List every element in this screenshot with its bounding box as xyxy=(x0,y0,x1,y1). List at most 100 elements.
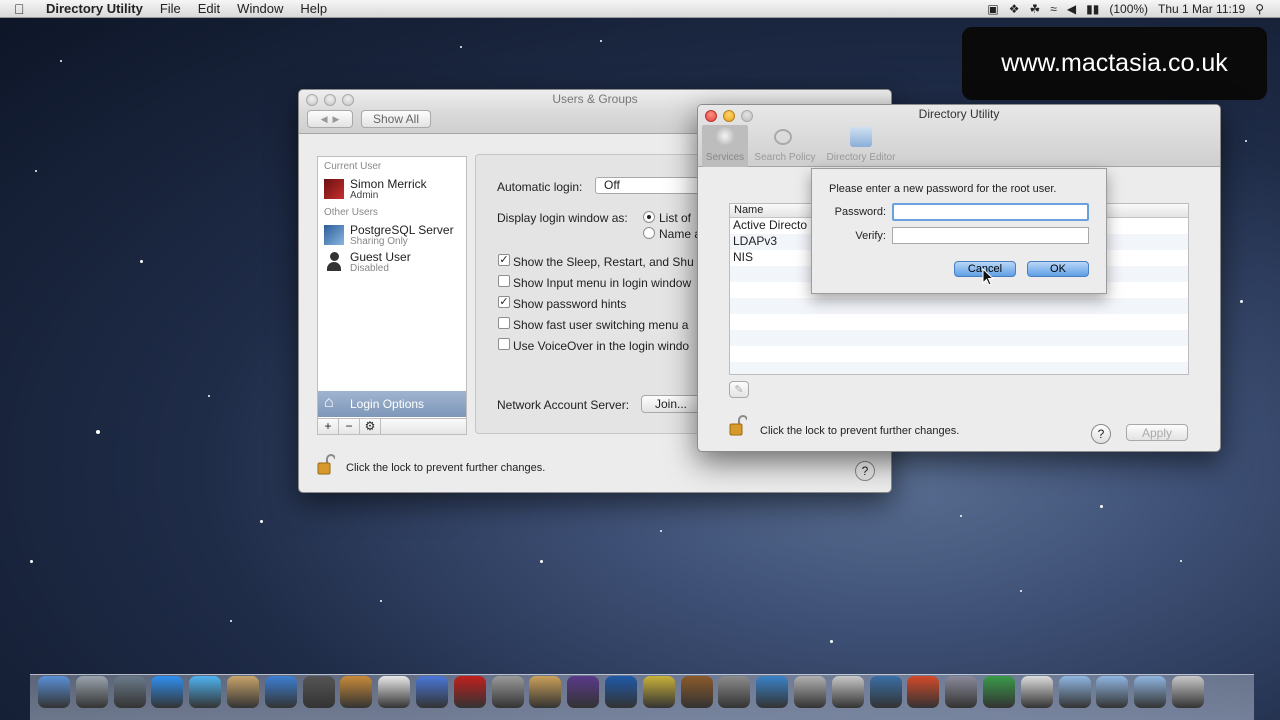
calendar-icon[interactable] xyxy=(378,676,411,708)
display-list-radio[interactable] xyxy=(643,211,655,223)
help-icon[interactable]: ? xyxy=(1091,424,1111,444)
menu-window[interactable]: Window xyxy=(237,1,283,16)
preview-icon[interactable] xyxy=(227,676,259,708)
voiceover-label: Use VoiceOver in the login windo xyxy=(513,339,690,353)
remove-user-button[interactable]: − xyxy=(339,419,360,434)
remote-desktop-icon[interactable] xyxy=(869,676,902,708)
user-role: Sharing Only xyxy=(350,236,408,247)
mission-control-icon[interactable] xyxy=(113,676,146,708)
empty-row xyxy=(730,330,1188,346)
contacts-icon[interactable] xyxy=(340,676,373,708)
menu-edit[interactable]: Edit xyxy=(198,1,220,16)
numbers-icon[interactable] xyxy=(983,676,1015,708)
tab-search-policy[interactable]: Search Policy xyxy=(750,125,820,167)
edit-pencil-button[interactable]: ✎ xyxy=(729,381,749,398)
fast-user-switching-checkbox[interactable] xyxy=(498,317,510,329)
show-all-button[interactable]: Show All xyxy=(361,110,431,128)
applications-folder-icon[interactable] xyxy=(1058,676,1091,708)
tab-directory-editor[interactable]: Directory Editor xyxy=(822,125,900,167)
spotlight-icon[interactable]: ⚲ xyxy=(1255,2,1264,16)
menu-app-name[interactable]: Directory Utility xyxy=(46,1,143,16)
lock-icon[interactable] xyxy=(729,415,747,437)
battery-percent[interactable]: (100%) xyxy=(1109,2,1148,16)
menu-extras: ▣ ❖ ☘ ≈ ◀ ▮▮ (100%) Thu 1 Mar 11:19 ⚲ xyxy=(987,0,1264,18)
apple-menu-icon[interactable]:  xyxy=(14,1,34,17)
menu-help[interactable]: Help xyxy=(300,1,327,16)
facetime-icon[interactable] xyxy=(302,676,335,708)
messages-icon[interactable] xyxy=(189,676,222,708)
apply-button[interactable]: Apply xyxy=(1126,424,1188,441)
user-list: Current User Simon Merrick Admin Other U… xyxy=(317,156,467,433)
photoshop-icon[interactable] xyxy=(605,676,637,708)
list-item[interactable]: Guest User Disabled xyxy=(318,248,466,276)
iphoto-icon[interactable] xyxy=(529,676,562,708)
voiceover-checkbox[interactable] xyxy=(498,338,510,350)
ok-button[interactable]: OK xyxy=(1027,261,1089,277)
wifi-icon[interactable]: ≈ xyxy=(1050,2,1057,16)
guest-user-icon xyxy=(327,252,341,272)
imovie-icon[interactable] xyxy=(642,676,675,708)
login-options-label: Login Options xyxy=(350,397,425,411)
tab-search-policy-label: Search Policy xyxy=(754,152,816,163)
menu-bar:  Directory Utility File Edit Window Hel… xyxy=(0,0,1280,18)
system-preferences-icon[interactable] xyxy=(718,676,751,708)
join-button[interactable]: Join... xyxy=(641,395,701,413)
show-sleep-checkbox[interactable]: ✓ xyxy=(498,254,510,266)
zoom-icon[interactable] xyxy=(342,94,354,106)
lock-text: Click the lock to prevent further change… xyxy=(346,462,546,474)
camera-icon[interactable]: ▣ xyxy=(987,2,998,16)
instruments-icon[interactable] xyxy=(945,676,978,708)
back-forward-buttons[interactable]: ◀ ▶ xyxy=(307,110,353,128)
verify-field[interactable] xyxy=(892,227,1089,244)
user-globe-icon xyxy=(324,225,344,245)
console-icon[interactable] xyxy=(1020,676,1053,708)
documents-folder-icon[interactable] xyxy=(1096,676,1129,708)
lock-icon[interactable] xyxy=(317,454,335,476)
minimize-icon[interactable] xyxy=(324,94,336,106)
add-user-button[interactable]: + xyxy=(318,419,339,434)
help-icon[interactable]: ? xyxy=(855,461,875,481)
service-name: LDAPv3 xyxy=(733,234,778,248)
volume-icon[interactable]: ◀ xyxy=(1067,2,1076,16)
logic-icon[interactable] xyxy=(567,676,600,708)
list-item[interactable]: PostgreSQL Server Sharing Only xyxy=(318,221,466,249)
password-field[interactable] xyxy=(892,203,1089,221)
empty-row xyxy=(730,298,1188,314)
house-icon: ⌂ xyxy=(324,394,334,411)
battery-icon[interactable]: ▮▮ xyxy=(1086,2,1099,16)
downloads-folder-icon[interactable] xyxy=(1134,676,1167,708)
login-options-item[interactable]: ⌂ Login Options xyxy=(318,391,466,417)
tab-directory-editor-label: Directory Editor xyxy=(826,152,896,163)
other-users-header: Other Users xyxy=(324,207,378,218)
menu-file[interactable]: File xyxy=(160,1,181,16)
close-icon[interactable] xyxy=(306,94,318,106)
itunes-icon[interactable] xyxy=(416,676,448,708)
trash-icon[interactable] xyxy=(1172,676,1204,708)
photo-booth-icon[interactable] xyxy=(453,676,486,708)
garageband-icon[interactable] xyxy=(680,676,713,708)
presentation-icon[interactable] xyxy=(907,676,940,708)
empty-row xyxy=(730,362,1188,374)
window-title: Directory Utility xyxy=(918,107,1000,121)
show-input-menu-checkbox[interactable] xyxy=(498,275,510,287)
display-name-radio[interactable] xyxy=(643,227,655,239)
safari-icon[interactable] xyxy=(264,676,297,708)
app-store-icon[interactable] xyxy=(151,676,184,708)
current-user-row[interactable]: Simon Merrick Admin xyxy=(318,175,466,203)
automator-icon[interactable] xyxy=(491,676,524,708)
window-title: Users & Groups xyxy=(552,92,638,106)
xcode-icon[interactable] xyxy=(756,676,789,708)
show-password-hints-checkbox[interactable]: ✓ xyxy=(498,296,510,308)
user-role: Disabled xyxy=(350,263,389,274)
script-editor-icon[interactable] xyxy=(794,676,826,708)
paw-icon[interactable]: ☘ xyxy=(1030,2,1041,16)
finder-icon[interactable] xyxy=(38,676,70,708)
migration-icon[interactable] xyxy=(831,676,864,708)
clock[interactable]: Thu 1 Mar 11:19 xyxy=(1158,2,1245,16)
lock-text: Click the lock to prevent further change… xyxy=(760,425,960,437)
dropbox-icon[interactable]: ❖ xyxy=(1009,2,1020,16)
tab-services[interactable]: Services xyxy=(702,125,748,167)
auto-login-value: Off xyxy=(604,178,620,192)
launchpad-icon[interactable] xyxy=(75,676,108,708)
gear-icon[interactable]: ⚙ xyxy=(360,419,381,434)
